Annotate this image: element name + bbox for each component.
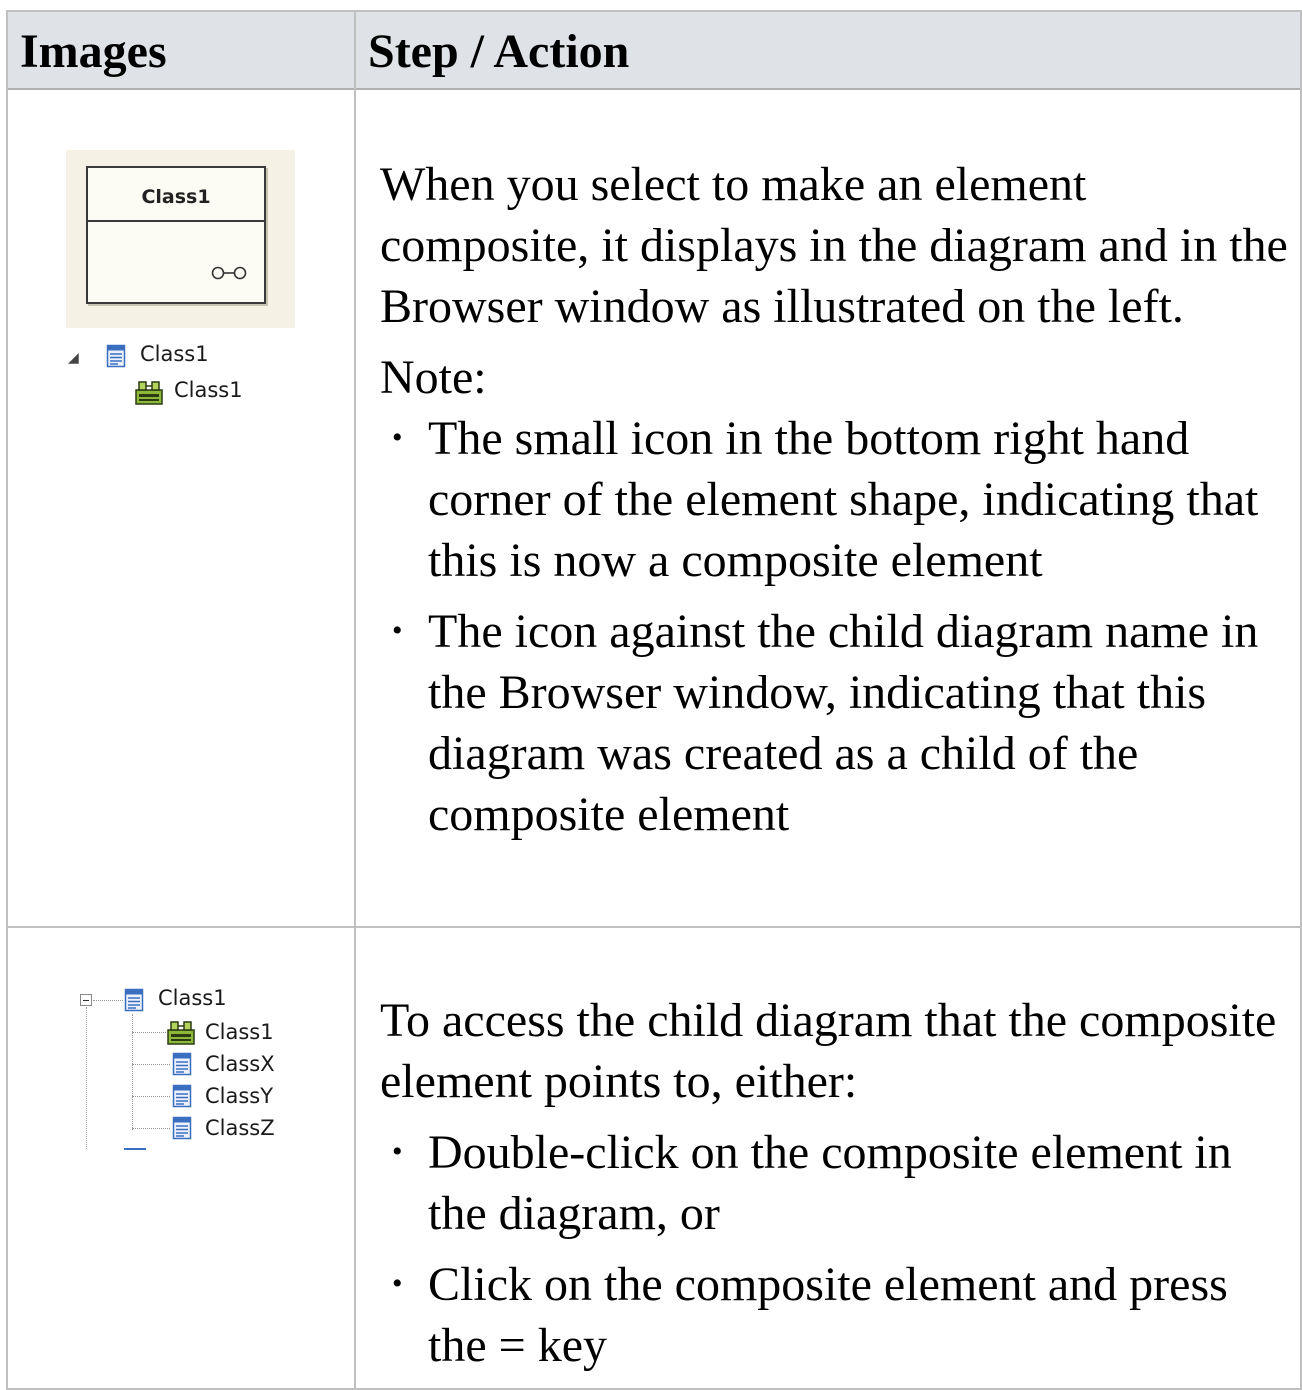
class-icon: [124, 988, 144, 1012]
scroll-hint: [124, 1148, 146, 1150]
row-divider: [8, 926, 1300, 928]
compartment-divider: [88, 220, 264, 222]
list-item: • Click on the composite element and pres…: [380, 1254, 1290, 1376]
tree-item-class1[interactable]: Class1: [158, 986, 227, 1010]
header-step-action: Step / Action: [368, 25, 630, 78]
row2-description: To access the child diagram that the com…: [380, 994, 1277, 1108]
collapse-box-icon[interactable]: [80, 994, 92, 1006]
tree-connector: [132, 1096, 170, 1097]
tree-item-child-diagram[interactable]: Class1: [205, 1020, 274, 1044]
row2-bullet-list: • Double-click on the composite element i…: [380, 1122, 1290, 1376]
class-icon: [106, 344, 126, 368]
table-header: Images Step / Action: [8, 12, 1300, 90]
tree-item-classy[interactable]: ClassY: [205, 1084, 273, 1108]
class-element-shape[interactable]: Class1: [86, 166, 266, 304]
row1-description: When you select to make an element compo…: [380, 158, 1288, 333]
tree-item-class1[interactable]: Class1: [140, 342, 209, 366]
row2-step-text: To access the child diagram that the com…: [380, 990, 1290, 1376]
bullet-icon: •: [392, 1267, 403, 1300]
note-label: Note:: [380, 351, 487, 404]
list-item: • The small icon in the bottom right hand…: [380, 408, 1290, 591]
steps-table: Images Step / Action Class1 ◢ Class1 Cla…: [6, 10, 1302, 1390]
composite-indicator-icon: [211, 266, 247, 280]
class-icon: [172, 1116, 192, 1140]
header-images: Images: [20, 25, 167, 78]
class-icon: [172, 1052, 192, 1076]
collapse-triangle-icon[interactable]: ◢: [68, 350, 79, 366]
class-element-name: Class1: [141, 186, 211, 208]
composite-diagram-icon: [134, 378, 164, 406]
tree-item-child-diagram[interactable]: Class1: [174, 378, 243, 402]
list-item: • The icon against the child diagram name…: [380, 601, 1290, 845]
tree-item-classz[interactable]: ClassZ: [205, 1116, 275, 1140]
tree-item-classx[interactable]: ClassX: [205, 1052, 275, 1076]
bullet-icon: •: [392, 421, 403, 454]
tree-connector: [132, 1032, 166, 1033]
class-icon: [172, 1084, 192, 1108]
tree-connector: [86, 1007, 87, 1149]
bullet-icon: •: [392, 1135, 403, 1168]
bullet-icon: •: [392, 614, 403, 647]
tree-connector: [132, 1064, 170, 1065]
list-item: • Double-click on the composite element i…: [380, 1122, 1290, 1244]
column-divider: [354, 12, 356, 1388]
tree-connector: [93, 1000, 123, 1001]
tree-connector: [132, 1128, 170, 1129]
row1-step-text: When you select to make an element compo…: [380, 154, 1290, 845]
row1-bullet-list: • The small icon in the bottom right hand…: [380, 408, 1290, 845]
composite-diagram-icon: [166, 1018, 196, 1046]
